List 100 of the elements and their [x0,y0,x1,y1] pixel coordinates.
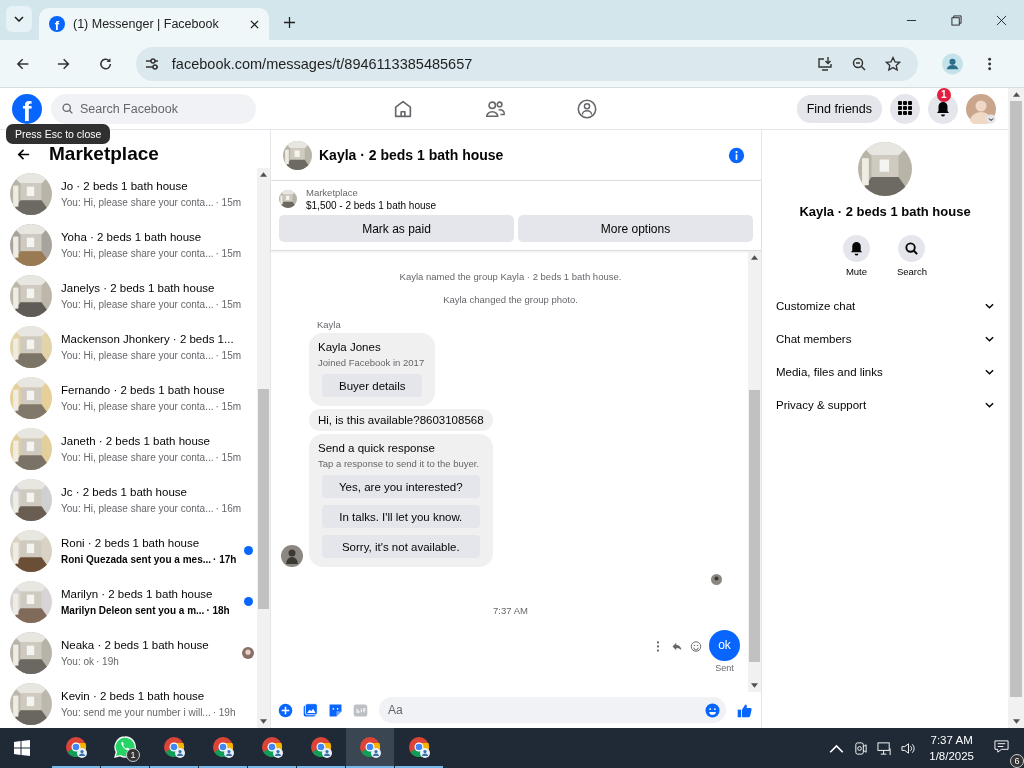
tab-title: (1) Messenger | Facebook [73,17,220,31]
message-time: · 19h [212,706,236,718]
address-bar[interactable]: facebook.com/messages/t/8946113385485657 [135,46,918,81]
url-text: facebook.com/messages/t/8946113385485657 [171,55,473,72]
chrome-icon[interactable] [162,735,186,759]
camera-icon[interactable] [853,740,869,756]
close-icon[interactable] [250,19,259,29]
scrollbar[interactable] [1008,88,1024,728]
chrome-icon[interactable] [309,735,333,759]
conversation-title: Janelys · 2 beds 1 bath house [61,281,216,294]
app-badge: 1 [126,748,140,762]
message-preview: You: Hi, please share your conta... [61,298,214,310]
groups-icon[interactable] [576,97,598,120]
chrome-icon[interactable] [211,735,235,759]
browser-tab[interactable]: f (1) Messenger | Facebook [39,8,269,40]
menu-button[interactable] [890,93,920,124]
profile-icon[interactable] [941,52,963,75]
conversation-name: Kayla · 2 beds 1 bath house [799,204,971,219]
tab-search-button[interactable] [6,6,32,32]
message-time: · 18h [206,604,230,616]
conversation-title: Fernando · 2 beds 1 bath house [61,383,226,396]
listing-action-button[interactable]: More options [518,215,753,242]
quick-response-button[interactable]: Sorry, it's not available. [322,535,480,558]
conversation-item[interactable]: Yoha · 2 beds 1 bath house You: Hi, please share your conta... · 15m [10,219,257,270]
close-icon[interactable] [996,15,1007,26]
section-title: Media, files and links [776,365,883,378]
conversation-item[interactable]: Jo · 2 beds 1 bath house You: Hi, please share your conta... · 15m [10,168,257,219]
message-time: · 15m [215,349,242,361]
info-icon[interactable] [728,146,745,164]
notification-count: 6 [1010,753,1024,768]
section-header[interactable]: Privacy & support [774,388,996,421]
scroll-up-icon[interactable] [260,172,267,177]
notification-center-icon[interactable] [994,738,1009,754]
scrollbar[interactable] [748,251,761,692]
conversation-title: Jc · 2 beds 1 bath house [61,485,188,498]
buyer-details-button[interactable]: Buyer details [322,374,423,397]
quick-response-button[interactable]: Yes, are you interested? [322,475,480,498]
conversation-item[interactable]: Roni · 2 beds 1 bath house Roni Quezada sent you a mes... · 17h [10,525,257,576]
message-time: · 15m [215,451,242,463]
scroll-down-icon[interactable] [260,719,267,724]
conversation-item[interactable]: Jc · 2 beds 1 bath house You: Hi, please share your conta... · 16m [10,474,257,525]
scrollbar[interactable] [257,168,270,728]
chrome-icon[interactable] [407,735,431,759]
emoji-icon[interactable] [705,702,720,718]
conversation-item[interactable]: Marilyn · 2 beds 1 bath house Marilyn Deleon sent you a m... · 18h [10,576,257,627]
conversation-item[interactable]: Mackenson Jhonkery · 2 beds 1... You: Hi, please share your conta... · 15m [10,321,257,372]
emoji-icon[interactable] [690,640,702,653]
scroll-down-icon[interactable] [1012,719,1020,724]
buyer-name: Kayla Jones [318,341,382,353]
chrome-icon[interactable] [64,735,88,759]
search-icon [61,102,74,115]
facebook-logo[interactable]: f [12,93,42,124]
chrome-icon[interactable] [260,735,284,759]
listing-action-button[interactable]: Mark as paid [279,215,514,242]
conversation-item[interactable]: Neaka · 2 beds 1 bath house You: ok · 19h [10,627,257,678]
quick-response-hint: Tap a response to send it to the buyer. [318,458,481,469]
bell-icon [848,241,864,256]
conversation-item[interactable]: Fernando · 2 beds 1 bath house You: Hi, please share your conta... · 15m [10,372,257,423]
find-friends-button[interactable]: Find friends [796,94,882,123]
windows-start-icon[interactable] [14,740,30,756]
message-time: · 15m [215,400,242,412]
clock-date[interactable]: 1/8/2025 [929,750,974,762]
sidebar-title: Marketplace [49,143,159,165]
taskbar-app[interactable] [346,728,394,768]
volume-icon[interactable] [901,740,917,756]
section-header[interactable]: Media, files and links [774,355,996,388]
timestamp: 7:37 AM [492,605,529,616]
scroll-up-icon[interactable] [751,255,758,260]
chrome-icon[interactable] [358,735,382,759]
new-tab-icon[interactable] [284,17,295,28]
taskbar-app[interactable]: 1 [101,728,149,768]
message-preview: Marilyn Deleon sent you a m... [61,604,205,616]
photo-icon[interactable] [302,701,319,719]
system-message: Kayla named the group Kayla · 2 beds 1 bath house. [398,271,623,282]
grid-icon [897,101,913,116]
plus-icon[interactable] [277,701,294,719]
conversation-item[interactable]: Janeth · 2 beds 1 bath house You: Hi, please share your conta... · 15m [10,423,257,474]
buyer-subtitle: Joined Facebook in 2017 [318,357,426,368]
scroll-down-icon[interactable] [751,683,758,688]
restore-icon[interactable] [951,15,962,26]
quick-response-button[interactable]: In talks. I'll let you know. [322,505,480,528]
chat-title: Kayla · 2 beds 1 bath house [319,147,504,163]
message-preview: You: Hi, please share your conta... [61,196,214,208]
search-icon [904,241,920,256]
section-header[interactable]: Customize chat [774,289,996,322]
message-bubble: Hi, is this available?8603108568 [309,409,493,431]
conversation-item[interactable]: Kevin · 2 beds 1 bath house You: send me your number i will... · 19h [10,678,257,728]
site-settings-icon[interactable] [143,55,160,72]
section-header[interactable]: Chat members [774,322,996,355]
clock-time[interactable]: 7:37 AM [930,734,973,746]
message-field[interactable]: Aa [379,697,726,723]
conversation-item[interactable]: Janelys · 2 beds 1 bath house You: Hi, please share your conta... · 15m [10,270,257,321]
network-icon[interactable] [877,740,893,756]
message-preview: You: Hi, please share your conta... [61,451,214,463]
scroll-up-icon[interactable] [1012,92,1020,97]
message-time: · 19h [96,655,119,667]
section-title: Chat members [776,332,852,345]
listing-title[interactable]: $1,500 - 2 beds 1 bath house [306,200,437,211]
message-status: Sent [715,663,734,673]
search-field[interactable]: Search Facebook [51,93,256,124]
